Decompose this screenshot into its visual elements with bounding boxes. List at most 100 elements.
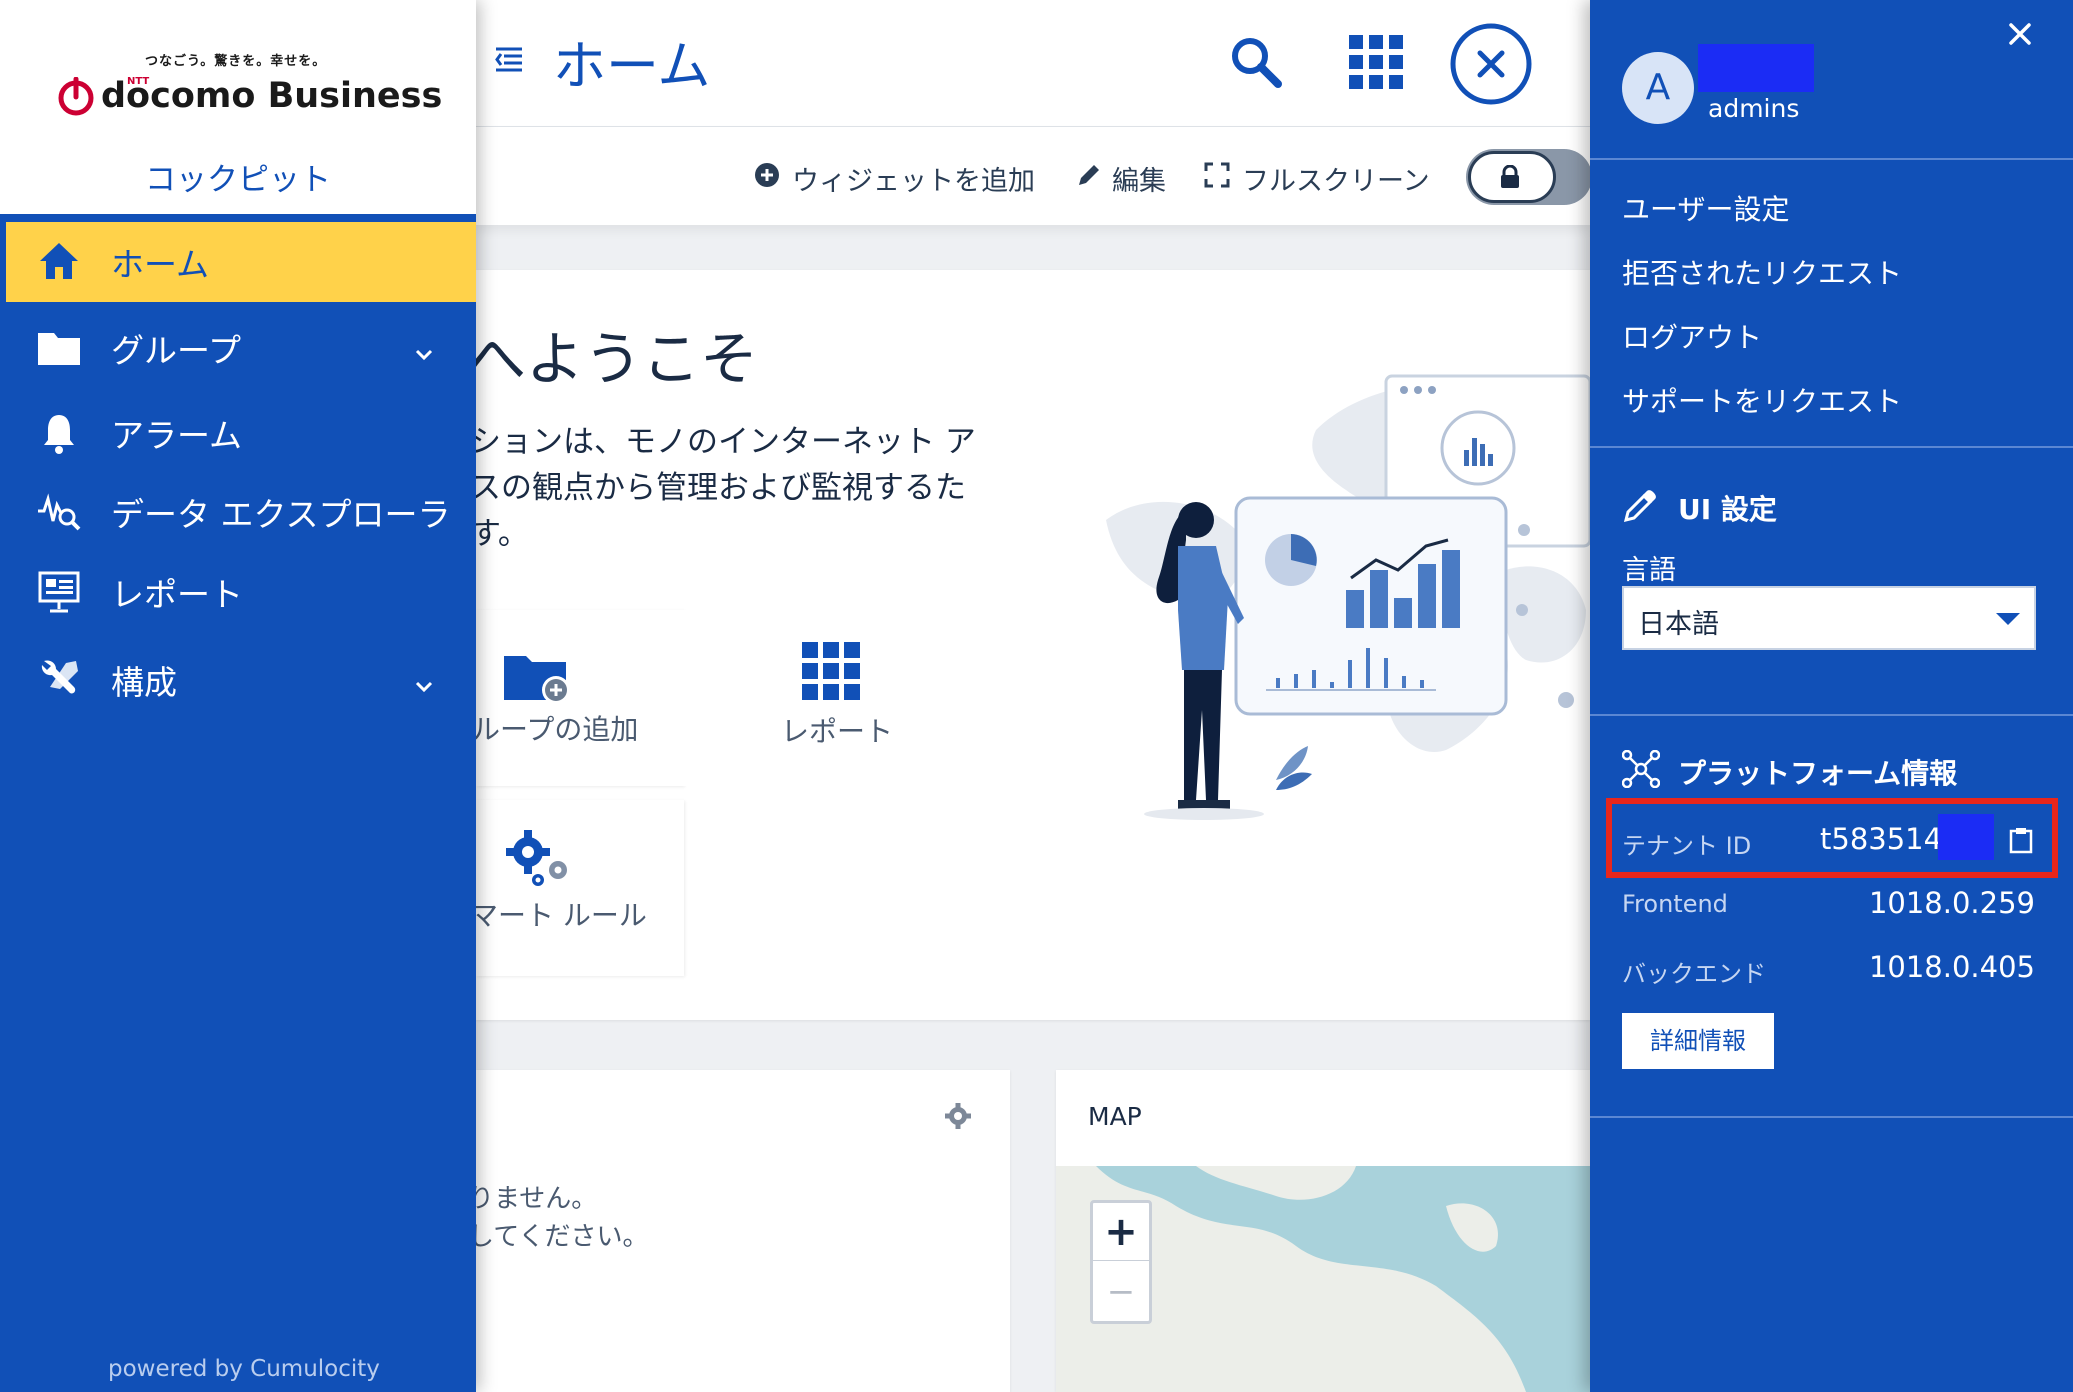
nav-label: ホーム [111,245,210,284]
add-group-icon [504,650,572,710]
main-content: ホーム ウィジェットを追加 編集 フルスクリーン へようこそ ションは、モノのイ… [476,0,1590,1392]
map-zoom-control: + − [1090,1200,1152,1324]
empty-widget: りません。 してください。 [476,1070,1010,1392]
user-panel: A admins ユーザー設定 拒否されたリクエスト ログアウト サポートをリク… [1590,0,2073,1392]
platform-info-title: プラットフォーム情報 [1678,757,1958,790]
collapse-menu-icon[interactable] [494,44,524,74]
language-select-value: 日本語 [1638,609,1719,640]
plus-circle-icon [754,162,780,195]
edit-label: 編集 [1112,166,1166,197]
nav-label: アラーム [111,416,243,455]
frontend-label: Frontend [1622,890,1728,918]
gear-icon[interactable] [944,1102,972,1134]
menu-request-support[interactable]: サポートをリクエスト [1622,380,1902,420]
welcome-widget: へようこそ ションは、モノのインターネット ア スの観点から管理および監視するた… [476,270,1590,1020]
page-header: ホーム [476,0,1590,127]
redacted-tenant-suffix [1938,814,1994,860]
nav-label: データ エクスプローラ [111,495,451,534]
divider [1590,158,2073,160]
map-canvas[interactable]: + − [1056,1166,1590,1392]
tenant-id-value: t583514 [1820,822,1943,856]
welcome-title: へようこそ [476,325,759,393]
nav-item-home[interactable]: ホーム [6,222,476,302]
network-nodes-icon [1621,749,1661,789]
folder-icon [36,325,82,371]
app-name: コックピット [145,162,331,198]
menu-rejected-requests[interactable]: 拒否されたリクエスト [1622,252,1902,292]
redacted-username-block [1698,44,1814,92]
home-icon [36,239,82,285]
quick-link-label: マート ルール [476,899,647,932]
brand-tagline: つなごう。驚きを。幸せを。 [145,54,327,69]
brand-area: つなごう。驚きを。幸せを。 NTT docomo Business コックピット [0,0,476,214]
map-title: MAP [1088,1102,1142,1131]
data-explorer-icon [36,489,82,535]
dashboard-toolbar: ウィジェットを追加 編集 フルスクリーン [476,127,1590,225]
frontend-version: 1018.0.259 [1868,886,2035,920]
empty-message-line-1: りません。 [476,1184,598,1214]
menu-logout[interactable]: ログアウト [1622,316,1762,356]
menu-user-settings[interactable]: ユーザー設定 [1622,188,1789,228]
welcome-line-1: ションは、モノのインターネット ア [476,424,976,460]
expand-icon [1204,162,1230,195]
chevron-down-icon [412,668,436,693]
add-widget-label: ウィジェットを追加 [792,166,1035,197]
chevron-down-icon [412,336,436,361]
divider [1590,714,2073,716]
user-role: admins [1708,94,1800,123]
fullscreen-label: フルスクリーン [1242,166,1430,197]
search-icon[interactable] [1228,34,1284,90]
eyedropper-icon [1622,488,1658,524]
brand-name: docomo Business [101,76,443,116]
details-button[interactable]: 詳細情報 [1622,1013,1774,1069]
fullscreen-button[interactable]: フルスクリーン [1204,159,1430,198]
quick-link-add-group[interactable]: ループの追加 [476,610,684,786]
bell-icon [36,410,82,456]
quick-link-label: レポート [781,715,894,748]
zoom-out-button[interactable]: − [1093,1263,1149,1321]
wrench-icon [36,657,82,703]
report-icon [36,569,82,615]
edit-button[interactable]: 編集 [1076,159,1166,198]
welcome-illustration [1086,370,1590,820]
welcome-line-3: す。 [476,516,529,552]
close-panel-button[interactable] [1449,22,1533,106]
language-select[interactable]: 日本語 [1622,586,2036,650]
language-label: 言語 [1622,555,1676,586]
nav-label: グループ [111,331,242,370]
nav-label: レポート [111,575,243,614]
quick-link-reports[interactable]: レポート [684,610,952,786]
docomo-logo-mark-icon [56,76,96,117]
app-switcher-grid-icon[interactable] [1349,35,1403,89]
nav-label: 構成 [111,663,177,702]
ui-settings-title: UI 設定 [1678,493,1777,526]
zoom-in-button[interactable]: + [1093,1203,1149,1261]
nav-item-groups[interactable]: グループ [6,308,476,388]
nav-item-data-explorer[interactable]: データ エクスプローラ [6,472,476,552]
nav-item-reports[interactable]: レポート [6,552,476,632]
clipboard-icon[interactable] [2008,826,2034,854]
avatar: A [1622,52,1694,124]
lock-toggle[interactable] [1466,149,1590,205]
pencil-icon [1076,162,1102,195]
nav-item-alarms[interactable]: アラーム [6,393,476,473]
lock-icon [1499,164,1521,193]
powered-by: powered by Cumulocity [108,1356,380,1382]
close-icon[interactable] [2008,22,2032,46]
divider [1590,1116,2073,1118]
map-widget: MAP + − [1056,1070,1590,1392]
backend-label: バックエンド [1622,960,1766,988]
caret-down-icon [1996,612,2020,631]
nav-item-configuration[interactable]: 構成 [6,640,476,720]
page-title: ホーム [553,36,711,97]
quick-link-smart-rules[interactable]: マート ルール [476,800,684,976]
gears-icon [506,830,572,894]
left-navigation: つなごう。驚きを。幸せを。 NTT docomo Business コックピット… [0,0,476,1392]
tenant-id-label: テナント ID [1622,832,1752,860]
quick-link-label: ループの追加 [476,713,639,746]
add-widget-button[interactable]: ウィジェットを追加 [754,159,1035,198]
divider [1590,446,2073,448]
backend-version: 1018.0.405 [1868,950,2035,984]
welcome-line-2: スの観点から管理および監視するた [476,470,966,506]
grid-icon [802,642,860,704]
